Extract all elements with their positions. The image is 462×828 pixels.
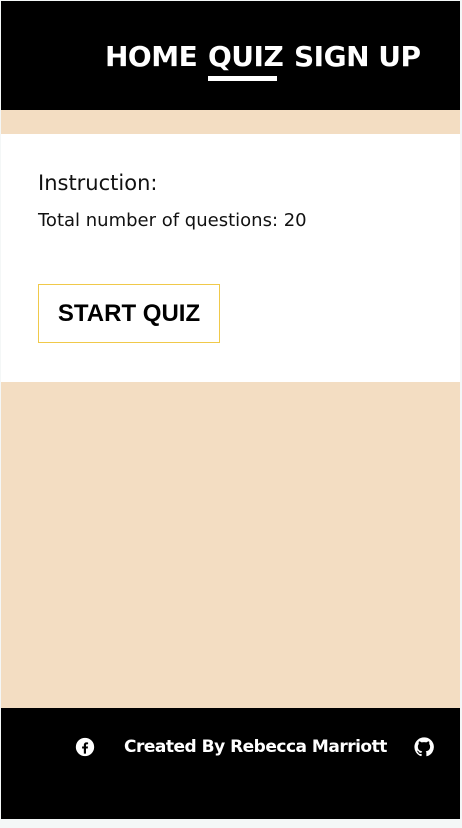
quiz-page: HOME QUIZ SIGN UP Instruction: Total num…: [0, 0, 462, 828]
facebook-icon[interactable]: [75, 737, 95, 757]
start-quiz-button[interactable]: START QUIZ: [38, 284, 220, 343]
nav-quiz-link[interactable]: QUIZ: [208, 40, 294, 81]
github-icon[interactable]: [414, 737, 434, 757]
site-header: HOME QUIZ SIGN UP: [1, 1, 460, 110]
nav-home-link[interactable]: HOME: [105, 40, 208, 74]
site-footer: [1, 708, 460, 819]
instruction-heading: Instruction:: [38, 171, 158, 195]
footer-credit: Created By Rebecca Marriott: [124, 737, 387, 757]
main-nav: HOME QUIZ SIGN UP: [105, 40, 421, 81]
nav-signup-link[interactable]: SIGN UP: [294, 40, 421, 74]
footer-content: Created By Rebecca Marriott: [75, 736, 434, 758]
question-count-text: Total number of questions: 20: [38, 210, 307, 231]
